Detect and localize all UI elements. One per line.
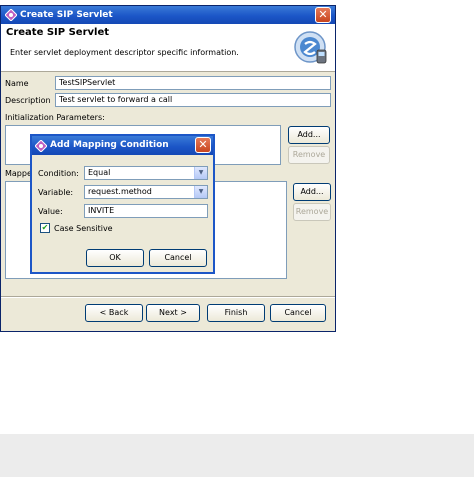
- checkmark-icon: ✔: [41, 223, 49, 232]
- case-sensitive-label: Case Sensitive: [54, 224, 113, 233]
- wizard-header: Create SIP Servlet Enter servlet deploym…: [1, 24, 335, 72]
- window-title-bar[interactable]: Create SIP Servlet ✕: [1, 6, 335, 24]
- value-input[interactable]: INVITE: [84, 204, 208, 218]
- sip-logo-icon: [294, 31, 327, 64]
- back-button[interactable]: < Back: [85, 304, 143, 322]
- cancel-button[interactable]: Cancel: [270, 304, 326, 322]
- wizard-heading: Create SIP Servlet: [6, 27, 110, 38]
- name-label: Name: [5, 79, 29, 88]
- case-sensitive-checkbox[interactable]: ✔: [40, 223, 50, 233]
- diamond-app-icon: [5, 9, 17, 21]
- button-bar-separator: [1, 296, 335, 298]
- add-mapping-button[interactable]: Add...: [293, 183, 331, 201]
- description-field[interactable]: Test servlet to forward a call: [55, 93, 331, 107]
- init-params-label: Initialization Parameters:: [5, 113, 105, 122]
- description-label: Description: [5, 96, 51, 105]
- close-icon: ✕: [198, 138, 208, 151]
- finish-button[interactable]: Finish: [207, 304, 265, 322]
- chevron-down-icon[interactable]: ▼: [194, 186, 207, 198]
- dialog-title: Add Mapping Condition: [50, 140, 169, 150]
- add-mapping-condition-dialog: Add Mapping Condition ✕ Condition: Equal…: [30, 134, 215, 274]
- remove-init-param-button[interactable]: Remove: [288, 146, 330, 164]
- dialog-cancel-button[interactable]: Cancel: [149, 249, 207, 267]
- add-init-param-button[interactable]: Add...: [288, 126, 330, 144]
- remove-mapping-button[interactable]: Remove: [293, 203, 331, 221]
- variable-label: Variable:: [38, 188, 74, 197]
- dialog-title-bar[interactable]: Add Mapping Condition ✕: [32, 136, 213, 155]
- close-dialog-button[interactable]: ✕: [195, 137, 211, 153]
- variable-select[interactable]: request.method ▼: [84, 185, 208, 199]
- diamond-app-icon: [35, 140, 47, 152]
- close-icon: ✕: [318, 8, 328, 21]
- condition-select[interactable]: Equal ▼: [84, 166, 208, 180]
- chevron-down-icon[interactable]: ▼: [194, 167, 207, 179]
- condition-label: Condition:: [38, 169, 79, 178]
- close-window-button[interactable]: ✕: [315, 7, 331, 23]
- name-field[interactable]: TestSIPServlet: [55, 76, 331, 90]
- value-label: Value:: [38, 207, 63, 216]
- wizard-description: Enter servlet deployment descriptor spec…: [10, 48, 239, 57]
- mappings-label: Mappe: [5, 169, 32, 178]
- window-title: Create SIP Servlet: [20, 10, 113, 20]
- background-band: [0, 434, 474, 477]
- next-button[interactable]: Next >: [146, 304, 200, 322]
- condition-value: Equal: [88, 168, 111, 177]
- variable-value: request.method: [88, 187, 152, 196]
- ok-button[interactable]: OK: [86, 249, 144, 267]
